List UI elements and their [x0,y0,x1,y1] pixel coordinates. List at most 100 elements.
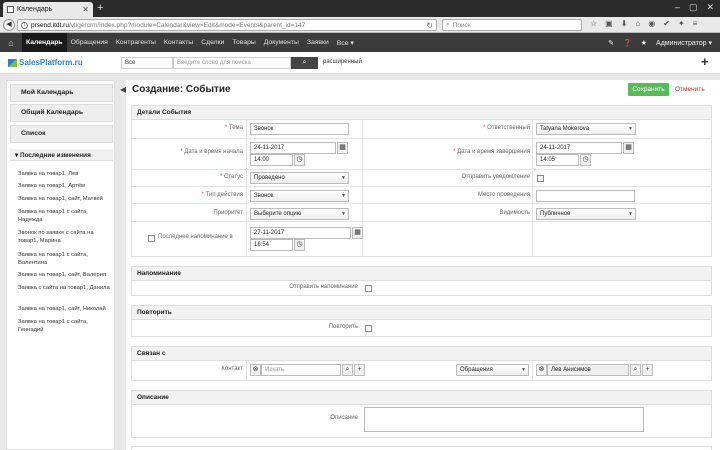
end-date-input[interactable]: 24-11-2017 [536,142,622,154]
close-tab-icon[interactable]: ✕ [82,5,89,14]
notify-label: Отправить уведомление [461,174,530,180]
repeat-checkbox[interactable] [365,325,372,332]
new-tab-icon[interactable]: + [97,3,103,14]
related-type-select[interactable]: Обращения ▼ [456,364,529,376]
back-icon[interactable]: ◀ [3,19,15,31]
address-bar[interactable]: i prsend.itdt.ru/vtigercrm/index.php?mod… [17,19,437,31]
recent-item[interactable]: Заявка на товар1, Лев [18,170,110,178]
reminder-date-input[interactable]: 27-11-2017 [250,227,351,239]
description-textarea[interactable] [364,407,644,432]
visibility-label: Видимость [499,210,530,216]
related-value-input[interactable]: Лев Анисимов [547,364,629,376]
recent-item[interactable]: Заявка на товар1 с сайта, Геннадий [18,318,110,334]
location-input[interactable] [536,190,635,202]
quick-create-icon[interactable]: + [701,54,709,69]
notify-checkbox[interactable] [537,175,544,182]
recent-item[interactable]: Заявка на товар1, сайт, Валерия [18,271,110,279]
sync-icon[interactable]: ✔ [663,19,670,28]
status-label: * Статус [220,174,243,180]
menu-icon[interactable]: ≡ [693,19,698,28]
browser-icons: ☆ ▣ ⬇ ⌂ ◉ ✔ ✦ ≡ [590,19,697,28]
recent-item[interactable]: Заявка с сайта на товар1, Данила [18,284,110,292]
extension-icon[interactable]: ◉ [648,19,655,28]
info-icon[interactable]: i [21,21,28,29]
end-time-input[interactable]: 14:05 [536,154,579,166]
subject-input[interactable]: Звонок [250,123,349,135]
start-time-input[interactable]: 14:00 [250,154,293,166]
url-path: /vtigercrm/index.php?module=Calendar&vie… [68,21,306,29]
nav-deals[interactable]: Сделки [197,33,228,52]
search-icon[interactable]: ⌕ [630,364,641,376]
reading-list-icon[interactable]: ▣ [605,19,613,28]
status-select[interactable]: Проведено ▼ [250,172,349,184]
url-domain: prsend.itdt.ru [31,21,69,29]
close-window-icon[interactable]: ✕ [706,2,714,13]
sidebar-list[interactable]: Список [10,125,113,143]
browser-search-input[interactable]: ⌕ Поиск [442,19,582,31]
nav-calendar[interactable]: Календарь [22,33,67,52]
recent-item[interactable]: Заявка на товар1, Артём [18,182,110,190]
home-icon[interactable]: ⌂ [635,19,640,28]
maximize-icon[interactable]: ▢ [689,2,698,13]
assigned-select[interactable]: Tatyana Mokerova ▼ [536,123,636,135]
nav-cases[interactable]: Обращения [67,33,112,52]
add-contact-icon[interactable]: + [354,364,365,376]
search-icon[interactable]: ⌕ [342,364,353,376]
reminder-time-input[interactable]: 16:54 [250,239,293,251]
visibility-value: Публичное [540,211,571,217]
grid-line [132,221,712,222]
recent-item[interactable]: Заявка на товар1, сайт, Матвей [18,195,110,203]
page-favicon-icon [7,6,14,13]
sidebar-my-calendar[interactable]: Мой Календарь [10,84,113,102]
recent-item[interactable]: Заявка на товар1, сайт, Николай [18,305,110,313]
calendar-icon[interactable]: ▦ [352,227,363,239]
add-related-icon[interactable]: + [642,364,653,376]
clock-icon[interactable]: ◷ [580,154,591,166]
clock-icon[interactable]: ◷ [294,239,305,251]
nav-contacts[interactable]: Контакты [160,33,197,52]
nav-requests[interactable]: Заявки [303,33,333,52]
global-search-button[interactable]: ⌕ [291,57,318,69]
action-type-select[interactable]: Звонок ▼ [250,190,349,202]
priority-select[interactable]: Выберите опцию ▼ [250,208,349,220]
section-header: Повторить [132,306,711,320]
user-menu[interactable]: Администратор ▾ [656,39,712,47]
nav-accounts[interactable]: Контрагенты [112,33,160,52]
nav-documents[interactable]: Документы [260,33,303,52]
start-date-input[interactable]: 24-11-2017 [250,142,336,154]
browser-tab[interactable]: Календарь ✕ [3,2,93,17]
nav-products[interactable]: Товары [228,33,259,52]
advanced-search-link[interactable]: расширенный [323,59,362,65]
calendar-icon[interactable]: ▦ [623,142,634,154]
recent-changes-header[interactable]: ▾ Последние изменения [10,149,113,161]
description-label: Описание [330,415,358,421]
last-reminder-checkbox[interactable] [148,235,155,242]
nav-all[interactable]: Все ▾ [333,33,358,52]
settings-wrench-icon[interactable]: ✎ [608,39,614,47]
logo[interactable]: SalesPlatform.ru [8,58,83,67]
calendar-icon[interactable]: ▦ [337,142,348,154]
clock-icon[interactable]: ◷ [294,154,305,166]
clear-contact-icon[interactable]: ⊗ [250,364,261,376]
contact-search-input[interactable]: Искать [261,364,341,376]
search-scope-select[interactable]: Все [121,57,173,69]
global-search-input[interactable]: Введите слово для поиска [173,57,291,69]
window-controls: – ▢ ✕ [675,2,714,13]
clear-related-icon[interactable]: ⊗ [536,364,547,376]
home-icon[interactable]: ⌂ [0,33,22,52]
cancel-link[interactable]: Отменить [675,86,705,93]
download-icon[interactable]: ⬇ [621,19,628,28]
bookmark-star-icon[interactable]: ☆ [590,19,597,28]
addon-icon[interactable]: ✦ [678,19,685,28]
send-reminder-checkbox[interactable] [365,285,372,292]
save-button[interactable]: Сохранить [628,83,669,96]
minimize-icon[interactable]: – [675,2,680,13]
help-icon[interactable]: ❓ [623,39,632,47]
recent-item[interactable]: Заявка на товар1 с сайта, Валентина [18,251,110,267]
reload-icon[interactable]: ↻ [426,21,433,30]
bookmark-icon[interactable]: ★ [641,39,647,47]
visibility-select[interactable]: Публичное ▼ [536,208,636,220]
recent-item[interactable]: Звонок по заявке с сайта на товар1, Мари… [18,229,110,245]
recent-item[interactable]: Заявка на товар1 с сайта, Надежда [18,208,110,224]
sidebar-shared-calendar[interactable]: Общий Календарь [10,104,113,122]
